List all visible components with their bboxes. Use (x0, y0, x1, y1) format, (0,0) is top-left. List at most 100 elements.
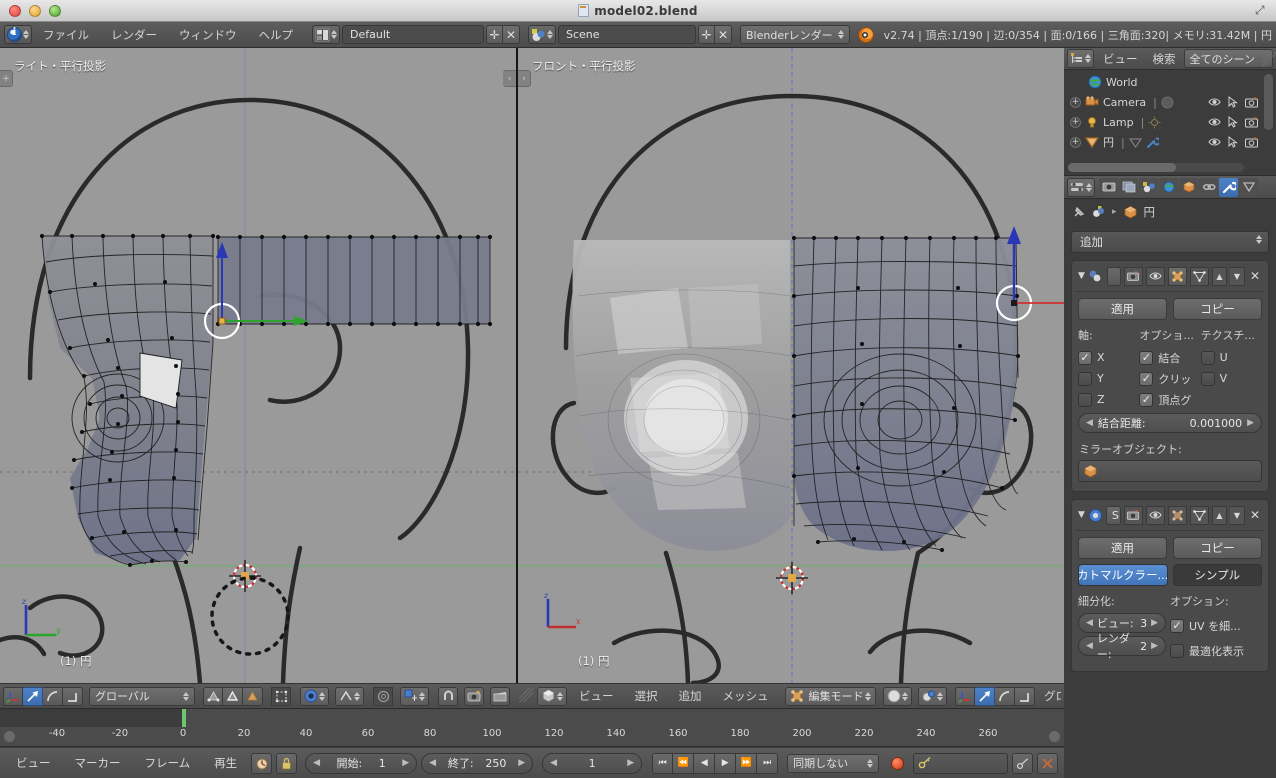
timeline-scroll-thumb[interactable] (0, 709, 182, 727)
viewport-shading-selector-right[interactable] (882, 686, 912, 706)
mirror-axis-x-row[interactable]: X (1078, 347, 1139, 368)
subsurf-modifier-name-field[interactable]: S (1105, 505, 1121, 525)
outliner-item-world[interactable]: World (1064, 72, 1276, 92)
outliner-body[interactable]: World + Camera | + Lamp | + 円 | (1064, 70, 1276, 175)
mirror-merge-limit-field[interactable]: ◀ 結合距離: 0.001000 ▶ (1078, 413, 1262, 433)
subsurf-render-toggle[interactable] (1123, 505, 1143, 525)
viewport-left[interactable]: ライト・平行投影 (1) 円 + ‹ z y (0, 48, 516, 683)
tab-constraints[interactable] (1199, 177, 1218, 197)
menu-view[interactable]: ビュー (570, 684, 623, 708)
eye-icon[interactable] (1208, 117, 1221, 127)
viewport-right-toolshelf-toggle[interactable]: › (518, 70, 531, 87)
timeline-ruler[interactable]: -40 -20 0 20 40 60 80 100 120 140 160 18… (0, 727, 1064, 747)
cursor-arrow-icon[interactable] (1228, 136, 1238, 148)
timeline-playhead[interactable] (182, 709, 186, 727)
menu-render[interactable]: レンダー (100, 22, 168, 48)
decrement-arrow-icon[interactable]: ◀ (1086, 418, 1093, 428)
render-visibility-icon[interactable] (1245, 137, 1258, 148)
subsurf-viewport-toggle[interactable] (1145, 505, 1165, 525)
mesh-select-mode-group[interactable] (203, 686, 263, 706)
eye-icon[interactable] (1208, 137, 1221, 147)
mirror-v-checkbox[interactable] (1200, 371, 1215, 386)
outliner-item-lamp[interactable]: + Lamp | (1064, 112, 1276, 132)
tab-world[interactable] (1159, 177, 1178, 197)
pivot-point-selector-right[interactable] (917, 686, 947, 706)
play-reverse-button[interactable]: ◀ (694, 752, 716, 774)
screen-layout-field[interactable]: Default (342, 25, 484, 44)
outliner-item-mesh[interactable]: + 円 | (1064, 132, 1276, 152)
subsurf-simple-button[interactable]: シンプル (1172, 564, 1262, 586)
decrement-arrow-icon[interactable]: ◀ (550, 758, 557, 768)
jump-to-end-button[interactable]: ⏭ (757, 752, 779, 774)
mirror-modifier-header[interactable]: ▼ ▲ ▼ ✕ (1076, 265, 1264, 287)
mirror-axis-y-checkbox[interactable] (1078, 371, 1092, 386)
expand-icon[interactable]: + (1070, 96, 1081, 108)
mirror-u-checkbox[interactable] (1200, 350, 1215, 365)
lock-timeline-button[interactable] (276, 752, 298, 774)
mirror-move-down-button[interactable]: ▼ (1229, 266, 1245, 286)
render-visibility-icon[interactable] (1245, 117, 1258, 128)
subsurf-modifier-header[interactable]: ▼ S ▲ ▼ ✕ (1076, 504, 1264, 526)
subsurf-subdivide-uvs-row[interactable]: UV を細... (1170, 613, 1262, 638)
increment-arrow-icon[interactable]: ▶ (518, 758, 525, 768)
tab-data[interactable] (1239, 177, 1258, 197)
outliner-item-camera[interactable]: + Camera | (1064, 92, 1276, 112)
scale-manipulator-button[interactable] (63, 686, 83, 706)
outliner-row-toggles[interactable] (1208, 96, 1258, 108)
delete-scene-button[interactable]: ✕ (715, 25, 732, 44)
menu-file[interactable]: ファイル (32, 22, 100, 48)
scene-name-field[interactable]: Scene (558, 25, 696, 44)
outliner-horizontal-scrollbar[interactable] (1068, 163, 1244, 172)
proportional-edit-button[interactable] (373, 686, 393, 706)
decrement-arrow-icon[interactable]: ◀ (313, 758, 320, 768)
playback-controls[interactable]: ⏮ ⏪ ◀ ▶ ⏩ ⏭ (652, 752, 779, 774)
expand-icon[interactable]: + (1070, 136, 1081, 148)
occlude-geometry-button[interactable] (271, 686, 291, 706)
outliner-editor-type-button[interactable] (1067, 49, 1094, 68)
mirror-vertexgroup-checkbox[interactable] (1139, 392, 1154, 407)
timeline-menu-view[interactable]: ビュー (6, 755, 61, 771)
vertex-select-mode-button[interactable] (203, 686, 223, 706)
subsurf-copy-button[interactable]: コピー (1173, 537, 1262, 559)
sync-mode-selector[interactable]: 同期しない (787, 753, 880, 773)
viewport-right[interactable]: フロント・平行投影 (1) 円 › z x (518, 48, 1064, 683)
mirror-merge-row[interactable]: 結合 (1139, 347, 1200, 368)
decrement-arrow-icon[interactable]: ◀ (1086, 641, 1093, 651)
delete-keyframe-button[interactable] (1037, 752, 1058, 774)
subsurf-move-up-button[interactable]: ▲ (1211, 505, 1227, 525)
mirror-editmode-toggle[interactable] (1167, 266, 1187, 286)
outliner-menu-search[interactable]: 検索 (1147, 48, 1182, 70)
mirror-delete-button[interactable]: ✕ (1248, 269, 1262, 283)
current-frame-field[interactable]: ◀ 1 ▶ (542, 752, 643, 774)
tab-render-layers[interactable] (1119, 177, 1138, 197)
tab-render[interactable] (1099, 177, 1118, 197)
expand-icon[interactable]: + (1070, 116, 1081, 128)
outliner-display-mode-selector[interactable]: 全てのシーン (1183, 49, 1273, 68)
insert-keyframe-button[interactable] (1012, 752, 1033, 774)
snap-element-selector[interactable] (400, 686, 429, 706)
manipulator-mode-group[interactable] (3, 686, 83, 706)
viewport-left-toolshelf-toggle[interactable]: + (0, 70, 13, 87)
cursor-arrow-icon[interactable] (1228, 116, 1238, 128)
editor-type-info-button[interactable] (4, 25, 32, 44)
mirror-v-row[interactable]: V (1200, 368, 1262, 389)
pivot-point-selector[interactable] (335, 686, 364, 706)
editor-type-selector[interactable] (537, 686, 567, 706)
outliner-row-toggles[interactable] (1208, 116, 1258, 128)
manipulator-enable-icon[interactable] (3, 686, 23, 706)
jump-prev-keyframe-button[interactable]: ⏪ (673, 752, 695, 774)
outliner-vertical-scrollbar[interactable] (1264, 74, 1273, 130)
mirror-axis-z-row[interactable]: Z (1078, 389, 1139, 410)
subsurf-move-down-button[interactable]: ▼ (1229, 505, 1245, 525)
transform-orientation-label-right[interactable]: グロ (1044, 688, 1061, 704)
add-screen-layout-button[interactable]: ✛ (486, 25, 503, 44)
collapse-triangle-icon[interactable]: ▼ (1078, 510, 1085, 520)
subsurf-catmull-clark-button[interactable]: カトマルクラー... (1078, 564, 1168, 586)
timeline-menu-playback[interactable]: 再生 (204, 755, 247, 771)
translate-manipulator-button-right[interactable] (974, 686, 995, 706)
decrement-arrow-icon[interactable]: ◀ (429, 758, 436, 768)
subsurf-subdivide-uvs-checkbox[interactable] (1170, 618, 1184, 633)
increment-arrow-icon[interactable]: ▶ (1242, 418, 1254, 428)
fullscreen-icon[interactable]: ⤢ (1255, 4, 1268, 17)
mirror-apply-button[interactable]: 適用 (1078, 298, 1167, 320)
